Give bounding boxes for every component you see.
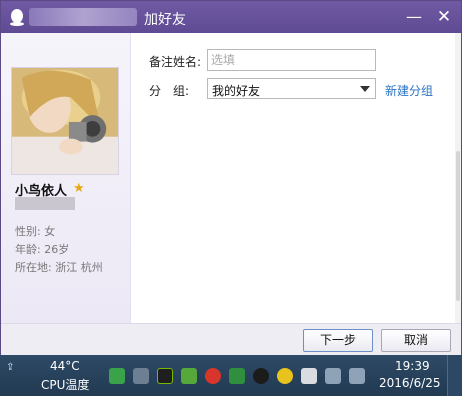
group-selected-value: 我的好友 (212, 84, 261, 98)
minimize-button[interactable]: — (403, 6, 425, 28)
remark-input[interactable] (207, 49, 376, 71)
security-tray-icon[interactable] (181, 368, 197, 384)
netease-music-tray-icon[interactable] (205, 368, 221, 384)
blurred-title-prefix (29, 8, 137, 26)
close-button[interactable]: ✕ (433, 6, 455, 28)
gender-info: 性别: 女 (15, 225, 56, 238)
cpu-temperature-label: CPU温度 (41, 378, 90, 392)
blurred-qq-number (15, 197, 75, 210)
avatar[interactable] (11, 67, 119, 175)
profile-panel: 小鸟依人 ★ 性别: 女 年龄: 26岁 所在地: 浙江 杭州 (1, 33, 131, 323)
tray-expand-icon[interactable]: ⇪ (6, 362, 14, 373)
qq-tray-icon[interactable] (253, 368, 269, 384)
input-method-tray-icon[interactable] (301, 368, 317, 384)
group-select[interactable]: 我的好友 (207, 78, 376, 99)
clock-date[interactable]: 2016/6/25 (379, 376, 441, 390)
window-title: 加好友 (144, 12, 186, 28)
age-info: 年龄: 26岁 (15, 243, 70, 256)
wechat-tray-icon[interactable] (109, 368, 125, 384)
shield-tray-icon[interactable] (229, 368, 245, 384)
volume-icon[interactable] (325, 368, 341, 384)
nvidia-tray-icon[interactable] (157, 368, 173, 384)
add-friend-dialog: 加好友 — ✕ 小鸟依人 ★ 性别: 女 年龄: 26岁 所在地: 浙江 杭州 … (0, 0, 462, 356)
group-label: 分 组: (149, 84, 190, 98)
close-icon: ✕ (436, 7, 452, 27)
browser-tray-icon[interactable] (277, 368, 293, 384)
clock-time[interactable]: 19:39 (395, 359, 430, 373)
remark-label: 备注姓名: (149, 55, 202, 69)
dropdown-arrow-icon[interactable] (360, 86, 370, 92)
cancel-button[interactable]: 取消 (381, 329, 451, 352)
scrollbar-thumb[interactable] (456, 151, 460, 301)
minimize-icon: — (406, 7, 422, 26)
new-group-link[interactable]: 新建分组 (385, 82, 433, 99)
cpu-temperature: 44°C (50, 359, 80, 373)
taskbar: ⇪ 44°C CPU温度 19:39 2016/6/25 (0, 355, 462, 396)
user-tray-icon[interactable] (133, 368, 149, 384)
star-icon: ★ (73, 181, 85, 196)
qq-penguin-icon (10, 9, 24, 26)
show-desktop-button[interactable] (447, 355, 462, 396)
next-button[interactable]: 下一步 (303, 329, 373, 352)
network-icon[interactable] (349, 368, 365, 384)
dialog-footer: 下一步 取消 (1, 323, 461, 356)
title-bar[interactable]: 加好友 — ✕ (1, 1, 461, 33)
location-info: 所在地: 浙江 杭州 (15, 261, 103, 274)
